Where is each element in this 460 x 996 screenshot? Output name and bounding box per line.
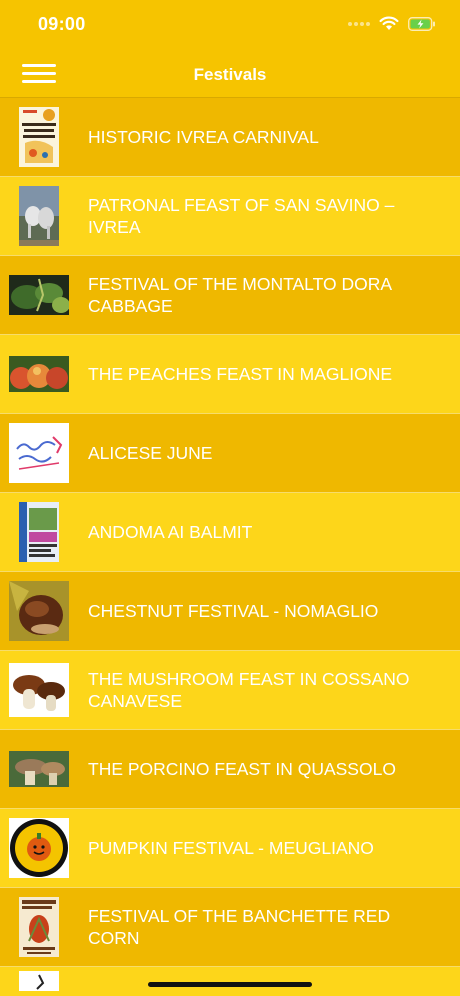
cellular-signal-icon [348,21,370,26]
list-item-label: HISTORIC IVREA CARNIVAL [88,127,319,147]
carnival-poster-thumbnail [19,107,59,167]
list-item[interactable]: PATRONAL FEAST OF SAN SAVINO – IVREA [0,177,460,256]
giugno-alicese-logo-thumbnail [9,423,69,483]
next-item-thumbnail [19,971,59,996]
status-icons [348,16,436,31]
list-item[interactable]: FESTIVAL OF THE MONTALTO DORA CABBAGE [0,256,460,335]
navigation-bar: Festivals [0,50,460,98]
mushrooms-thumbnail [9,663,69,717]
list-item[interactable]: THE MUSHROOM FEAST IN COSSANO CANAVESE [0,651,460,730]
list-item-label: PUMPKIN FESTIVAL - MEUGLIANO [88,838,374,858]
page-title: Festivals [193,65,267,84]
cabbage-thumbnail [9,275,69,315]
list-item-label: THE PEACHES FEAST IN MAGLIONE [88,364,393,384]
list-item[interactable]: ALICESE JUNE [0,414,460,493]
list-item-label: ANDOMA AI BALMIT [88,522,253,542]
list-item[interactable]: FESTIVAL OF THE BANCHETTE RED CORN [0,888,460,967]
list-item[interactable]: THE PORCINO FEAST IN QUASSOLO [0,730,460,809]
status-bar: 09:00 [0,0,460,50]
list-item-label: PATRONAL FEAST OF SAN SAVINO – IVREA [88,195,395,237]
andoma-poster-thumbnail [19,502,59,562]
wifi-icon [379,16,399,30]
list-item[interactable]: THE PEACHES FEAST IN MAGLIONE [0,335,460,414]
battery-charging-icon [408,16,435,31]
proloco-meugliano-logo-thumbnail [9,818,69,878]
list-item-label: FESTIVAL OF THE MONTALTO DORA CABBAGE [88,274,392,316]
home-indicator[interactable] [148,982,312,987]
red-corn-poster-thumbnail [19,897,59,957]
list-item-label: THE MUSHROOM FEAST IN COSSANO CANAVESE [88,669,410,711]
list-item[interactable]: ANDOMA AI BALMIT [0,493,460,572]
list-item-label: THE PORCINO FEAST IN QUASSOLO [88,759,396,779]
list-item-label: CHESTNUT FESTIVAL - NOMAGLIO [88,601,379,621]
peaches-thumbnail [9,356,69,392]
list-item[interactable]: CHESTNUT FESTIVAL - NOMAGLIO [0,572,460,651]
porcino-thumbnail [9,751,69,787]
status-time: 09:00 [38,14,86,34]
horses-thumbnail [19,186,59,246]
chestnuts-thumbnail [9,581,69,641]
list-item-label: FESTIVAL OF THE BANCHETTE RED CORN [88,906,391,948]
list-item[interactable]: HISTORIC IVREA CARNIVAL [0,98,460,177]
list-item[interactable]: PUMPKIN FESTIVAL - MEUGLIANO [0,809,460,888]
festival-list[interactable]: HISTORIC IVREA CARNIVAL PATRONAL FEAST O… [0,98,460,996]
list-item-label: ALICESE JUNE [88,443,213,463]
